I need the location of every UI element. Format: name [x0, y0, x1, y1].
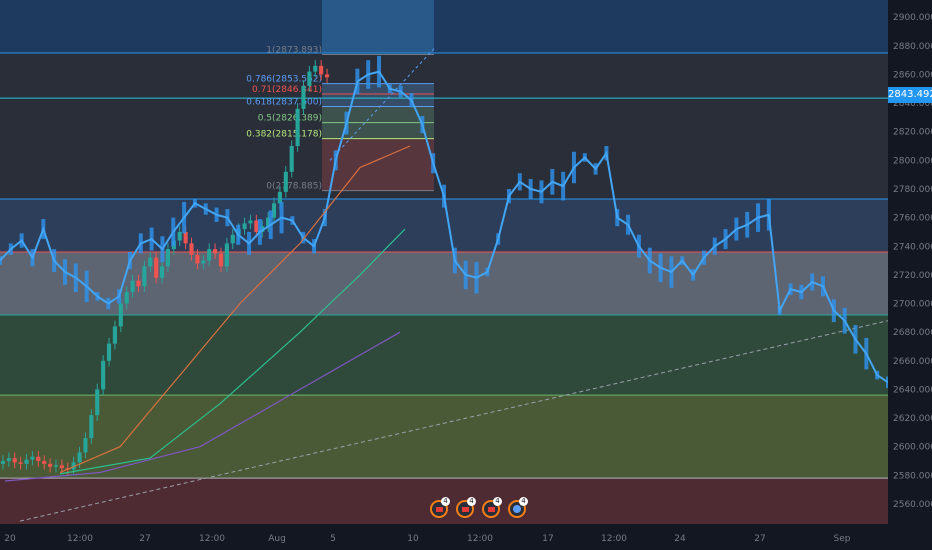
candle-body — [207, 249, 212, 261]
price-axis-tick: 2880.000 — [893, 42, 932, 52]
candle-body — [101, 360, 106, 390]
candle-body — [89, 415, 94, 439]
calendar-event-icon[interactable]: 4 — [482, 497, 502, 518]
time-axis-tick: 10 — [407, 534, 419, 544]
fib-level-label: 0.382(2815.178) — [246, 130, 322, 140]
candle-body — [18, 462, 23, 464]
candle-body — [42, 461, 47, 464]
price-axis-tick: 2620.000 — [893, 414, 932, 424]
candle-body — [142, 266, 147, 287]
candle-body — [106, 343, 112, 361]
price-axis-tick: 2700.000 — [893, 300, 932, 310]
calendar-event-icon[interactable]: 4 — [430, 497, 450, 518]
time-axis-tick: 17 — [542, 534, 553, 544]
time-axis-tick: 20 — [4, 534, 16, 544]
candle-body — [130, 280, 135, 293]
candle-body — [118, 303, 123, 327]
time-axis-tick: Sep — [834, 534, 851, 544]
candle-body — [59, 465, 64, 469]
chart-container[interactable]: 1(2873.893) 0.786(2853.562) 0.71(2846.341)… — [0, 0, 932, 550]
price-axis-tick: 2900.000 — [893, 13, 932, 23]
time-axis-tick: 12:00 — [467, 534, 493, 544]
fib-level-label: 0.5(2826.389) — [258, 114, 322, 124]
candle-body — [136, 280, 141, 287]
candle-body — [289, 146, 294, 172]
candle-body — [242, 223, 247, 230]
candle-body — [201, 260, 206, 264]
candle-body — [48, 463, 53, 467]
time-axis-tick: Aug — [268, 534, 286, 544]
candle-body — [30, 456, 35, 460]
price-axis-tick: 2740.000 — [893, 242, 932, 252]
price-axis-tick: 2820.000 — [893, 128, 932, 138]
candle-body — [159, 266, 165, 278]
time-axis-tick: 24 — [674, 534, 686, 544]
fib-level-label: 0.71(2846.341) — [252, 85, 322, 95]
candle-body — [301, 85, 306, 109]
price-axis-tick: 2780.000 — [893, 185, 932, 195]
candle-body — [295, 108, 300, 147]
last-price-label: 2843.492 — [888, 87, 932, 103]
price-zone — [0, 52, 888, 200]
time-axis-tick: 27 — [754, 534, 765, 544]
candle-body — [77, 452, 82, 463]
fib-highlight-top — [322, 0, 434, 53]
candle-body — [53, 465, 59, 467]
price-axis-tick: 2680.000 — [893, 328, 932, 338]
fib-level-label: 1(2873.893) — [266, 46, 322, 56]
time-axis-tick: 5 — [330, 534, 336, 544]
candle-body — [307, 71, 312, 86]
calendar-event-icon[interactable]: 4 — [508, 497, 528, 518]
fib-level-label: 0(2778.885) — [266, 182, 322, 192]
time-axis-tick: 27 — [139, 534, 150, 544]
candle-body — [165, 249, 171, 267]
candle-body — [283, 171, 288, 192]
price-zone — [0, 314, 888, 396]
time-axis-tick: 12:00 — [199, 534, 225, 544]
candle-body — [36, 456, 41, 462]
price-zone — [0, 395, 888, 479]
candle-body — [224, 243, 229, 267]
price-axis-tick: 2640.000 — [893, 385, 932, 395]
candle-body — [277, 191, 282, 204]
candle-body — [230, 234, 235, 244]
candle-body — [24, 459, 29, 464]
candle-body — [112, 326, 117, 344]
calendar-event-icon[interactable]: 4 — [456, 497, 476, 518]
fib-level-label: 0.618(2837.600) — [246, 98, 322, 108]
time-axis-tick: 12:00 — [67, 534, 93, 544]
candle-body — [189, 243, 194, 255]
candle-body — [254, 220, 259, 232]
time-axis-tick: 12:00 — [601, 534, 627, 544]
candle-body — [83, 438, 88, 453]
candle-body — [12, 458, 17, 463]
price-axis-tick: 2860.000 — [893, 70, 932, 80]
candle-body — [154, 257, 159, 278]
candle-body — [177, 231, 182, 241]
price-axis-tick: 2580.000 — [893, 471, 932, 481]
price-axis-tick: 2720.000 — [893, 271, 932, 281]
candle-body — [95, 389, 100, 416]
candle-body — [313, 65, 318, 72]
price-chart[interactable]: 1(2873.893)0.786(2853.562)0.71(2846.341)… — [0, 0, 932, 550]
candle-body — [248, 220, 253, 224]
candle-body — [195, 254, 200, 264]
price-axis-tick: 2660.000 — [893, 357, 932, 367]
price-axis-tick: 2760.000 — [893, 214, 932, 224]
candle-body — [213, 249, 218, 254]
price-axis-tick: 2560.000 — [893, 500, 932, 510]
candle-body — [324, 74, 330, 78]
price-axis-tick: 2800.000 — [893, 156, 932, 166]
candle-body — [183, 231, 188, 244]
price-axis-tick: 2600.000 — [893, 443, 932, 453]
candle-body — [124, 292, 129, 304]
candle-body — [0, 461, 6, 464]
candle-body — [148, 257, 153, 267]
candle-body — [218, 253, 224, 267]
price-zone — [0, 0, 888, 53]
candle-body — [319, 65, 324, 75]
candle-body — [6, 458, 11, 462]
